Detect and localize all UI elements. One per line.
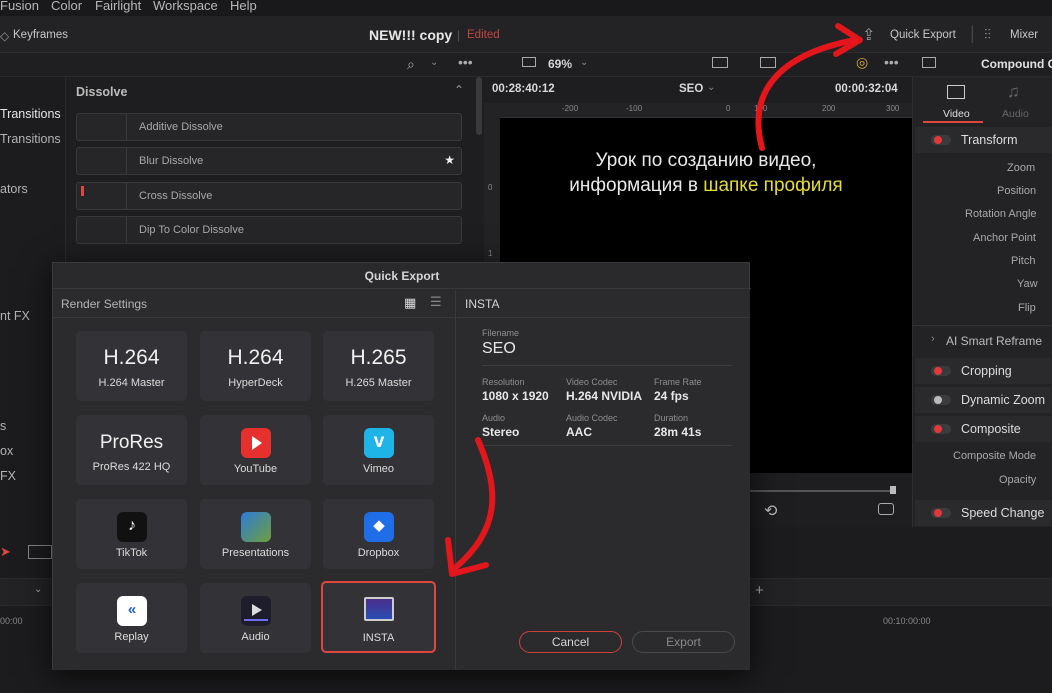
- arrow-to-quick-export: [755, 37, 858, 151]
- arrow-to-insta: [452, 437, 496, 571]
- annotation-arrows: [445, 23, 863, 577]
